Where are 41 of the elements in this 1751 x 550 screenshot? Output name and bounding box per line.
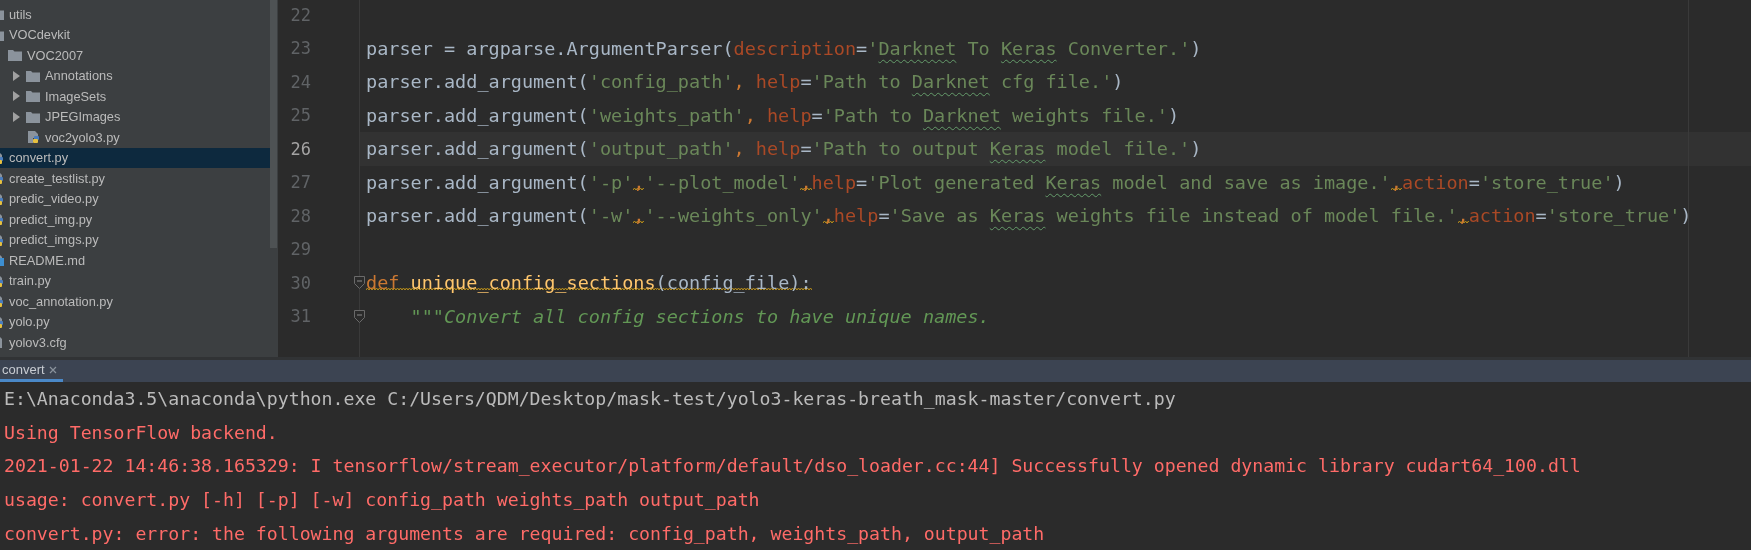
line-number: 29 (289, 239, 311, 260)
tree-item[interactable]: create_testlist.py (0, 168, 270, 189)
console-line: Using TensorFlow backend. (4, 420, 279, 445)
console-line: usage: convert.py [-h] [-p] [-w] config_path weights_path output_path (4, 488, 761, 513)
line-number: 30 (289, 272, 311, 293)
code-line: """Convert all config sections to have unique names. (409, 305, 990, 327)
tree-item[interactable]: VOCdevkit (0, 24, 270, 45)
line-number: 25 (289, 105, 311, 126)
tree-item[interactable]: convert.py (0, 147, 270, 168)
tree-item[interactable]: predic_video.py (0, 188, 270, 209)
code-line: parser.add_argument('-w','--weights_only',help='Save as Keras weights file instead of model file.',action='store_true') (365, 205, 1692, 227)
tree-item[interactable]: yolo.py (0, 311, 270, 332)
code-line: parser = argparse.ArgumentParser(description='Darknet To Keras Converter.') (365, 37, 1202, 59)
console-tab[interactable]: convert (0, 360, 63, 382)
line-number: 23 (289, 38, 311, 59)
line-number: 27 (289, 172, 311, 193)
tree-item[interactable]: yolov3.cfg (0, 332, 270, 353)
console-line: E:\Anaconda3.5\anaconda\python.exe C:/Users/QDM/Desktop/mask-test/yolo3-keras-breath_mask-master/convert.py (4, 387, 1177, 412)
tree-item[interactable]: predict_img.py (0, 209, 270, 230)
tree-item[interactable]: voc2yolo3.py (0, 127, 270, 148)
line-number: 31 (289, 306, 311, 327)
tree-item[interactable]: README.md (0, 250, 270, 271)
tree-item[interactable]: voc_annotation.py (0, 291, 270, 312)
line-number: 24 (289, 71, 311, 92)
tree-item[interactable]: Annotations (0, 65, 270, 86)
line-number: 26 (289, 138, 311, 159)
code-line: parser.add_argument('config_path', help='Path to Darknet cfg file.') (365, 71, 1124, 93)
console-line: 2021-01-22 14:46:38.165329: I tensorflow/stream_executor/platform/default/dso_loader.cc:44] Successfully opened dynamic library cudart64_100.dll (4, 454, 1582, 479)
code-line: parser.add_argument('weights_path', help='Path to Darknet weights file.') (365, 104, 1180, 126)
console-line: convert.py: error: the following arguments are required: config_path, weights_path, output_path (4, 521, 1046, 546)
tree-item[interactable]: train.py (0, 270, 270, 291)
tree-item[interactable]: predict_imgs.py (0, 229, 270, 250)
code-line: parser.add_argument('-p','--plot_model',help='Plot generated Keras model and save as image.',action='store_true') (365, 171, 1625, 193)
tree-item[interactable]: JPEGImages (0, 106, 270, 127)
tree-item[interactable]: utils (0, 4, 270, 25)
code-line: parser.add_argument('output_path', help='Path to output Keras model file.') (365, 138, 1202, 160)
code-line: def unique_config_sections(config_file): (365, 272, 812, 294)
line-number: 28 (289, 205, 311, 226)
line-number: 22 (289, 4, 311, 25)
tree-item[interactable]: VOC2007 (0, 45, 270, 66)
tree-item[interactable]: ImageSets (0, 86, 270, 107)
